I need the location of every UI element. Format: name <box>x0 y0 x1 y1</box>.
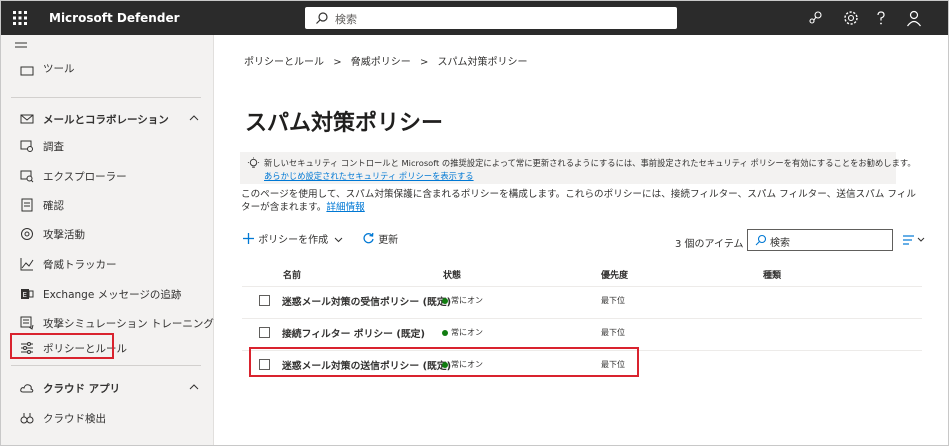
policy-status: 常にオン <box>442 327 483 338</box>
breadcrumb-separator: > <box>333 57 342 68</box>
column-header-status[interactable]: 状態 <box>443 268 461 281</box>
sidebar-item-label: エクスプローラー <box>43 171 127 183</box>
settings-icon[interactable] <box>842 9 860 27</box>
campaign-icon <box>21 228 33 240</box>
toolbox-icon <box>20 66 34 76</box>
sidebar-item-explorer[interactable]: エクスプローラー <box>1 161 213 191</box>
sidebar-item-label: 調査 <box>43 141 64 153</box>
sidebar-item-cloud-discovery[interactable]: クラウド検出 <box>1 403 213 433</box>
status-text: 常にオン <box>451 296 483 305</box>
column-header-priority[interactable]: 優先度 <box>601 268 628 281</box>
sidebar-item-label: 確認 <box>43 200 64 212</box>
table-row[interactable]: 迷惑メール対策の受信ポリシー (既定) 常にオン 最下位 <box>242 286 922 314</box>
help-icon[interactable] <box>872 9 890 27</box>
search-icon <box>316 12 328 24</box>
sidebar-item-threat-tracker[interactable]: 脅威トラッカー <box>1 249 213 279</box>
item-count: 3 個のアイテム <box>675 239 744 250</box>
breadcrumb: ポリシーとルール > 脅威ポリシー > スパム対策ポリシー <box>244 53 528 68</box>
global-search-input[interactable]: 検索 <box>305 7 677 29</box>
table-header: 名前 状態 優先度 種類 <box>242 264 922 286</box>
chevron-up-icon[interactable] <box>189 114 199 122</box>
breadcrumb-item-current: スパム対策ポリシー <box>437 57 528 68</box>
sidebar-divider <box>11 97 201 98</box>
app-launcher-icon[interactable] <box>11 9 29 27</box>
sidebar-item-email-collaboration[interactable]: メールとコラボレーション <box>1 104 213 134</box>
svg-text:E: E <box>23 291 27 299</box>
info-banner-text: 新しいセキュリティ コントロールと Microsoft の推奨設定によって常に更… <box>264 158 916 168</box>
sidebar-item-label: クラウド アプリ <box>43 383 121 395</box>
sidebar-item-label: 攻撃シミュレーション トレーニング <box>43 318 214 330</box>
sidebar-item-label: Exchange メッセージの追跡 <box>43 289 182 301</box>
sidebar-item-investigation[interactable]: 調査 <box>1 131 213 161</box>
highlight-outbound-policy <box>249 347 639 377</box>
sidebar-item-label: 攻撃活動 <box>43 229 85 241</box>
status-text: 常にオン <box>451 328 483 337</box>
preset-policies-link[interactable]: あらかじめ設定されたセキュリティ ポリシーを表示する <box>264 170 474 182</box>
global-search-placeholder: 検索 <box>335 13 357 26</box>
explorer-icon <box>20 170 34 183</box>
search-icon <box>755 234 767 246</box>
table-row[interactable]: 接続フィルター ポリシー (既定) 常にオン 最下位 <box>242 318 922 346</box>
breadcrumb-separator: > <box>419 57 429 68</box>
row-checkbox[interactable] <box>259 327 270 338</box>
policy-priority: 最下位 <box>601 296 625 305</box>
create-policy-label: ポリシーを作成 <box>258 235 329 246</box>
policy-name[interactable]: 接続フィルター ポリシー (既定) <box>282 326 425 340</box>
main-content: ポリシーとルール > 脅威ポリシー > スパム対策ポリシー スパム対策ポリシー … <box>214 35 948 445</box>
breadcrumb-item-policies[interactable]: ポリシーとルール <box>244 57 324 68</box>
command-bar: ポリシーを作成 更新 3 個のアイテム 検索 <box>242 229 925 253</box>
page-title: スパム対策ポリシー <box>245 111 444 136</box>
list-search-placeholder: 検索 <box>770 238 790 249</box>
app-title[interactable]: Microsoft Defender <box>49 11 180 25</box>
learn-more-link[interactable]: 詳細情報 <box>326 202 364 213</box>
connection-icon[interactable] <box>807 9 825 27</box>
top-bar: Microsoft Defender 検索 <box>1 1 948 35</box>
sidebar-item-cloud-apps[interactable]: クラウド アプリ <box>1 373 213 403</box>
investigation-icon <box>20 140 33 152</box>
filter-menu-icon[interactable] <box>902 233 926 247</box>
sidebar-item-campaigns[interactable]: 攻撃活動 <box>1 219 213 249</box>
breadcrumb-item-threat-policies[interactable]: 脅威ポリシー <box>351 57 411 68</box>
policy-status: 常にオン <box>442 295 483 306</box>
lightbulb-icon <box>247 157 260 168</box>
chevron-down-icon <box>335 237 343 243</box>
create-policy-button[interactable]: ポリシーを作成 <box>242 231 343 249</box>
review-icon <box>21 198 33 212</box>
sidebar-item-label: ツール <box>43 63 75 75</box>
trend-icon <box>20 258 34 271</box>
sidebar-item-label: クラウド検出 <box>43 413 106 425</box>
sidebar-item-label: 脅威トラッカー <box>43 259 117 271</box>
account-icon[interactable] <box>905 9 923 27</box>
sidebar-divider <box>11 365 201 366</box>
sidebar-item-label: メールとコラボレーション <box>43 114 169 126</box>
sidebar-item-exchange-trace[interactable]: E Exchange メッセージの追跡 <box>1 279 213 309</box>
column-header-type[interactable]: 種類 <box>763 268 781 281</box>
refresh-button[interactable]: 更新 <box>362 231 398 249</box>
refresh-icon <box>363 232 374 244</box>
info-banner: 新しいセキュリティ コントロールと Microsoft の推奨設定によって常に更… <box>240 152 916 184</box>
refresh-label: 更新 <box>378 235 399 246</box>
policy-priority: 最下位 <box>601 328 625 337</box>
sidebar-item-review[interactable]: 確認 <box>1 190 213 220</box>
mail-icon <box>20 114 34 124</box>
chevron-up-icon[interactable] <box>189 383 199 391</box>
page-description: このページを使用して、スパム対策保護に含まれるポリシーを構成します。これらのポリ… <box>241 188 921 214</box>
status-on-icon <box>442 297 448 304</box>
highlight-policies-rules <box>10 333 114 359</box>
status-on-icon <box>442 329 448 336</box>
list-search-input[interactable]: 検索 <box>747 229 893 251</box>
sidebar-item-tools[interactable]: ツール <box>1 59 213 77</box>
plus-icon <box>243 233 254 244</box>
hamburger-icon[interactable] <box>14 41 28 51</box>
exchange-icon: E <box>21 289 34 299</box>
policy-name[interactable]: 迷惑メール対策の受信ポリシー (既定) <box>282 294 451 308</box>
row-checkbox[interactable] <box>259 295 270 306</box>
simulation-icon <box>20 316 34 330</box>
binoculars-icon <box>20 413 34 424</box>
sidebar: ツール メールとコラボレーション 調査 エクスプローラー 確認 攻撃活動 脅威ト… <box>1 35 214 445</box>
cloud-icon <box>20 384 34 393</box>
column-header-name[interactable]: 名前 <box>283 268 301 281</box>
